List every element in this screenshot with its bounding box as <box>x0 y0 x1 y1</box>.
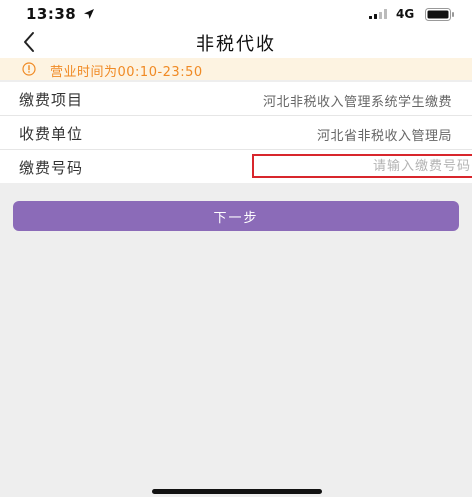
business-hours-notice: 营业时间为00:10-23:50 <box>0 58 472 80</box>
status-time: 13:38 <box>26 5 77 23</box>
cellular-signal-icon <box>369 9 387 19</box>
receiving-unit-label: 收费单位 <box>19 125 84 143</box>
location-arrow-icon <box>84 9 94 19</box>
home-indicator <box>152 489 322 494</box>
notice-text: 营业时间为00:10-23:50 <box>50 65 203 80</box>
payment-item-value: 河北非税收入管理系统学生缴费 <box>262 95 452 110</box>
battery-icon <box>425 8 454 21</box>
page-title: 非税代收 <box>196 34 276 55</box>
payment-number-input[interactable] <box>252 154 472 178</box>
payment-item-label: 缴费项目 <box>19 91 84 109</box>
payment-form: 缴费项目 河北非税收入管理系统学生缴费 收费单位 河北省非税收入管理局 缴费号码 <box>0 82 472 183</box>
network-type-label: 4G <box>396 7 415 21</box>
payment-number-label: 缴费号码 <box>19 159 84 177</box>
receiving-unit-value: 河北省非税收入管理局 <box>316 129 452 144</box>
info-circle-icon <box>22 62 36 76</box>
next-step-button[interactable]: 下一步 <box>13 201 459 231</box>
navigation-bar: 非税代收 <box>0 28 472 58</box>
status-bar: 13:38 4G <box>0 0 472 28</box>
form-row-payment-number: 缴费号码 <box>0 150 472 183</box>
form-row-receiving-unit: 收费单位 河北省非税收入管理局 <box>0 116 472 150</box>
form-row-payment-item: 缴费项目 河北非税收入管理系统学生缴费 <box>0 82 472 116</box>
